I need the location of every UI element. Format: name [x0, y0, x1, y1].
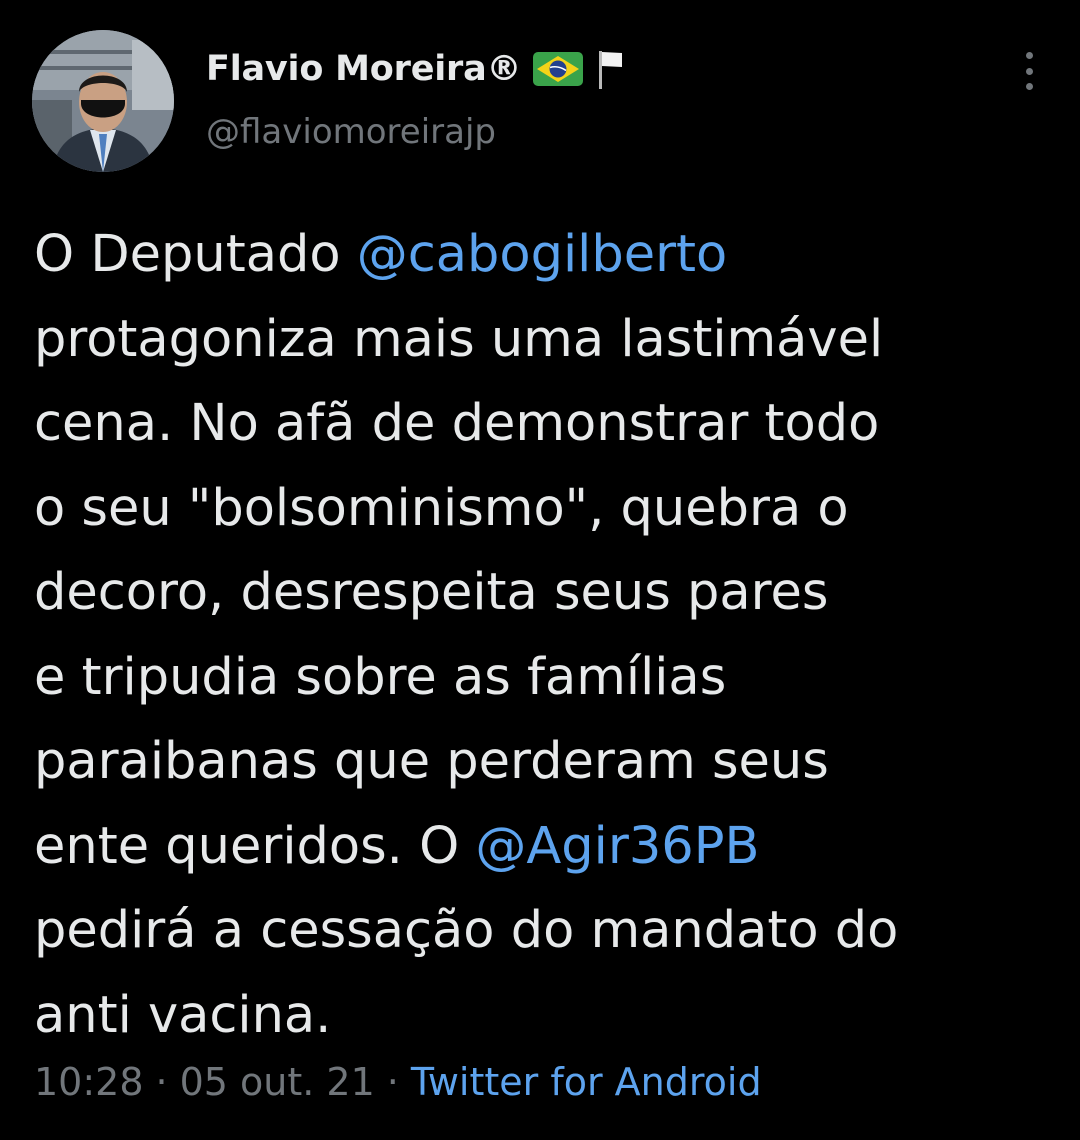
avatar[interactable]	[32, 30, 174, 172]
avatar-photo	[32, 30, 174, 172]
tweet-text-line: pedirá a cessação do mandato do	[34, 889, 1054, 974]
tweet-date[interactable]: 05 out. 21	[180, 1060, 375, 1104]
tweet-text-segment: anti vacina.	[34, 985, 332, 1045]
tweet-time[interactable]: 10:28	[34, 1060, 144, 1104]
display-name[interactable]: Flavio Moreira®	[206, 49, 522, 89]
tweet-text-segment: paraibanas que perderam seus	[34, 732, 829, 791]
tweet-text-line: protagoniza mais uma lastimável	[34, 298, 1054, 383]
more-vertical-icon	[1025, 52, 1033, 59]
mention-link[interactable]: @Agir36PB	[475, 817, 759, 876]
more-vertical-icon-dot	[1025, 83, 1033, 90]
tweet-text-segment: pedirá a cessação do mandato do	[34, 901, 899, 960]
tweet-text-line: e tripudia sobre as famílias	[34, 636, 1054, 721]
tweet-text-line: cena. No afã de demonstrar todo	[34, 382, 1054, 467]
tweet-text-segment: o seu "bolsominismo", quebra o	[34, 478, 849, 538]
tweet-text-line: anti vacina.	[34, 974, 1054, 1059]
tweet-meta: 10:28 · 05 out. 21 · Twitter for Android	[34, 1060, 762, 1104]
author-name-row: Flavio Moreira®	[206, 44, 625, 94]
tweet-text-segment: protagoniza mais uma lastimável	[34, 309, 884, 369]
tweet-text-segment: decoro, desrespeita seus pares	[34, 563, 829, 622]
brazil-flag-icon	[533, 52, 584, 86]
tweet[interactable]: Flavio Moreira® @flaviomoreirajp O Deput…	[0, 0, 1080, 1140]
tweet-source-link[interactable]: Twitter for Android	[411, 1060, 762, 1104]
white-flag-icon	[595, 47, 625, 91]
meta-separator: ·	[386, 1060, 399, 1104]
tweet-text-line: ente queridos. O @Agir36PB	[34, 805, 1054, 890]
tweet-text-segment: e tripudia sobre as famílias	[34, 647, 727, 707]
tweet-text-line: decoro, desrespeita seus pares	[34, 551, 1054, 636]
tweet-text: O Deputado @cabogilberto protagoniza mais…	[34, 213, 1054, 1058]
tweet-text-segment: ente queridos. O	[34, 816, 476, 876]
tweet-text-line: O Deputado @cabogilberto	[34, 213, 1054, 298]
mention-link[interactable]: @cabogilberto	[357, 225, 728, 284]
tweet-text-line: o seu "bolsominismo", quebra o	[34, 467, 1054, 552]
tweet-text-segment: cena. No afã de demonstrar todo	[34, 394, 880, 453]
more-vertical-icon-dot	[1025, 67, 1033, 75]
tweet-text-line: paraibanas que perderam seus	[34, 720, 1054, 805]
meta-separator: ·	[155, 1060, 168, 1104]
more-options-button[interactable]	[1012, 48, 1046, 94]
author-handle[interactable]: @flaviomoreirajp	[206, 112, 496, 152]
tweet-text-segment: O Deputado	[34, 225, 357, 284]
